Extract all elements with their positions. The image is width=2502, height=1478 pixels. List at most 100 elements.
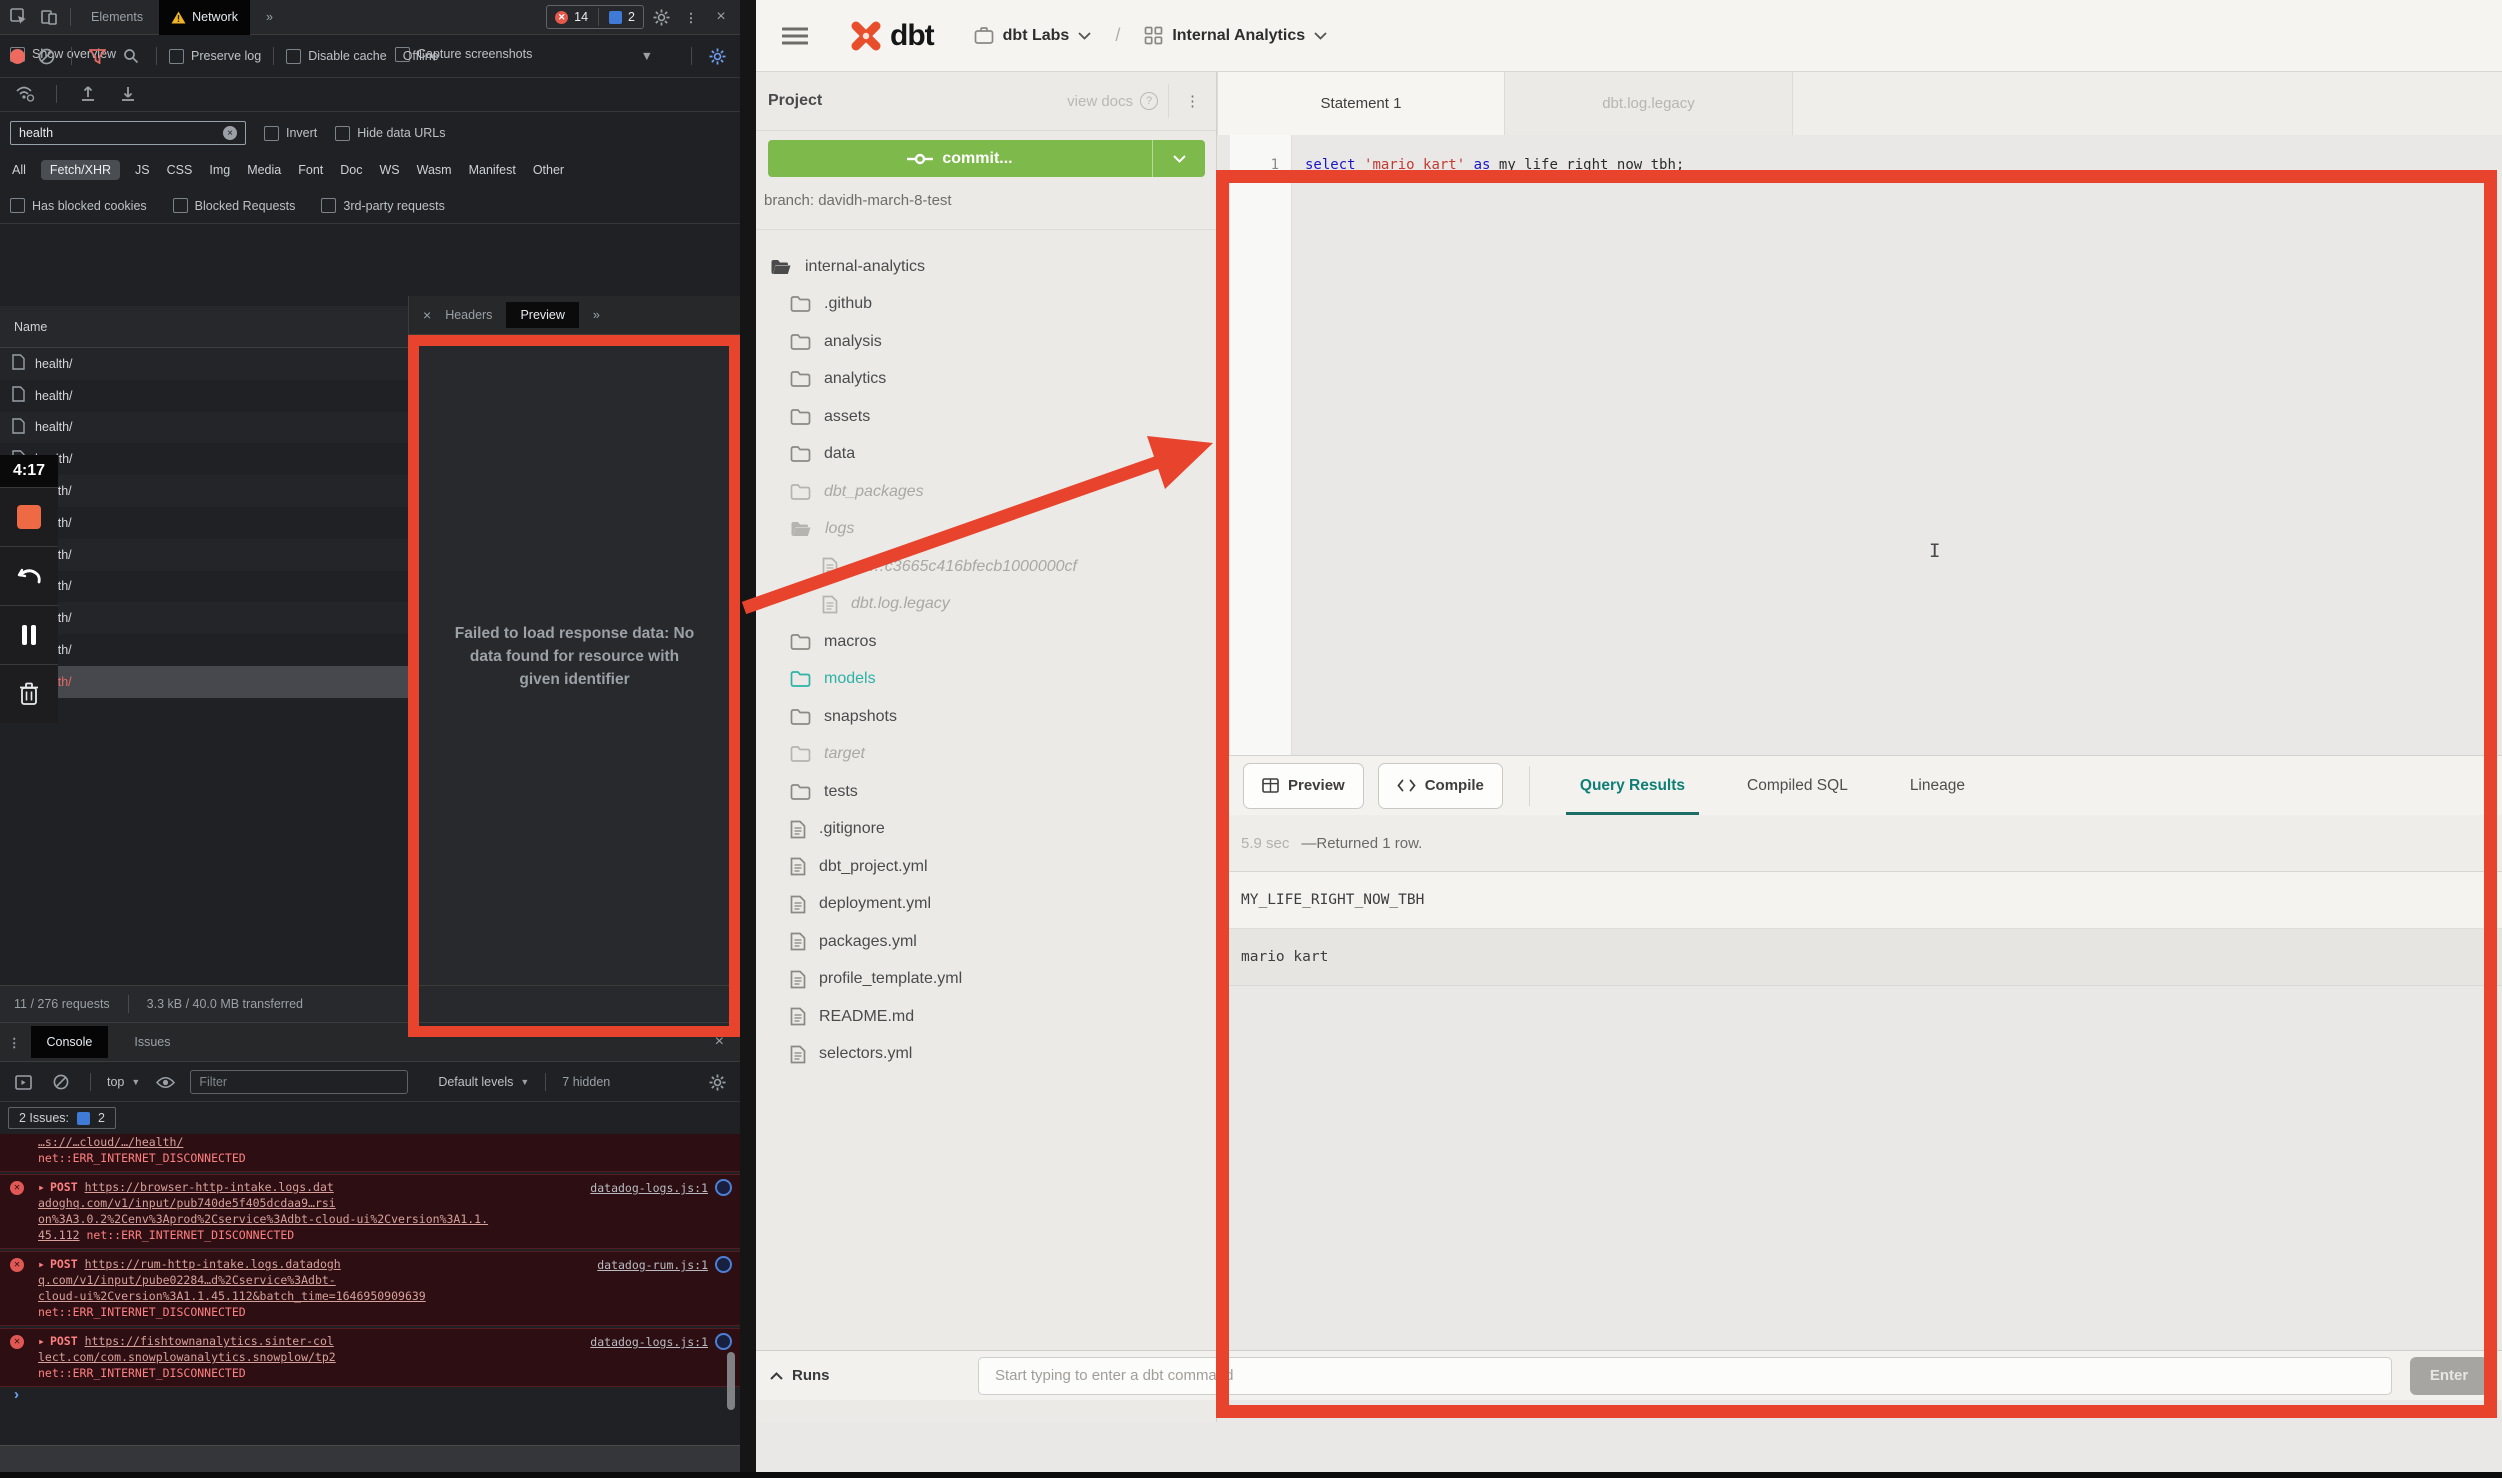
file-tree-item[interactable]: data	[756, 436, 1216, 474]
tab-issues[interactable]: Issues	[118, 1026, 186, 1058]
console-error-message[interactable]: ✕▸POST https://browser-http-intake.logs.…	[0, 1174, 740, 1249]
kebab-menu-icon[interactable]: ⋮	[678, 5, 704, 29]
type-filter-wasm[interactable]: Wasm	[415, 160, 454, 180]
file-tree-item[interactable]: macros	[756, 623, 1216, 661]
commit-dropdown-arrow[interactable]	[1152, 140, 1205, 177]
request-url[interactable]: lect.com/com.snowplowanalytics.snowplow/…	[38, 1350, 336, 1364]
type-filter-media[interactable]: Media	[245, 160, 283, 180]
device-toolbar-icon[interactable]	[36, 5, 62, 29]
enter-button[interactable]: Enter	[2410, 1357, 2488, 1395]
type-filter-ws[interactable]: WS	[377, 160, 401, 180]
type-filter-doc[interactable]: Doc	[338, 160, 364, 180]
console-error-message[interactable]: ✕▸POST https://rum-http-intake.logs.data…	[0, 1251, 740, 1326]
network-request-row[interactable]: health/	[0, 412, 408, 444]
tab-compiled-sql[interactable]: Compiled SQL	[1737, 756, 1858, 815]
console-error-message[interactable]: …s://…cloud/…/health/net::ERR_INTERNET_D…	[0, 1134, 740, 1172]
delete-recording-button[interactable]	[0, 665, 58, 723]
type-filter-manifest[interactable]: Manifest	[467, 160, 518, 180]
type-filter-img[interactable]: Img	[207, 160, 232, 180]
request-url[interactable]: cloud-ui%2Cversion%3A1.1.45.112&batch_ti…	[38, 1289, 426, 1303]
restart-recording-button[interactable]	[0, 547, 58, 606]
hamburger-menu-icon[interactable]	[778, 24, 812, 48]
tab-lineage[interactable]: Lineage	[1900, 756, 1975, 815]
project-selector[interactable]: Internal Analytics	[1144, 26, 1327, 45]
source-location-link[interactable]: datadog-rum.js:1	[597, 1257, 708, 1273]
inspect-element-icon[interactable]	[6, 5, 32, 29]
network-request-row[interactable]: alth/	[0, 602, 408, 634]
close-devtools-icon[interactable]: ×	[708, 5, 734, 29]
file-tree-item[interactable]: logs	[756, 511, 1216, 549]
expand-caret-icon[interactable]: ▸	[38, 1334, 45, 1348]
type-filter-other[interactable]: Other	[531, 160, 566, 180]
network-conditions-wifi-icon[interactable]	[12, 82, 38, 106]
file-tree-item[interactable]: dbt_project.yml	[756, 848, 1216, 886]
network-request-row[interactable]: alth/	[0, 571, 408, 603]
network-request-row[interactable]: health/	[0, 380, 408, 412]
code-editor[interactable]: 1 select 'mario kart' as my_life_right_n…	[1217, 135, 2502, 755]
file-tree-item[interactable]: internal-analytics	[756, 248, 1216, 286]
file-tree-item[interactable]: analytics	[756, 361, 1216, 399]
stop-recording-button[interactable]	[0, 488, 58, 547]
log-levels-select[interactable]: Default levels▼	[438, 1075, 529, 1089]
file-tree-item[interactable]: target	[756, 736, 1216, 774]
network-request-row[interactable]: alth/	[0, 539, 408, 571]
request-url[interactable]: adoghq.com/v1/input/pub740de5f405dcdaa9……	[38, 1196, 336, 1210]
source-location-link[interactable]: datadog-logs.js:1	[590, 1334, 708, 1350]
tab-preview[interactable]: Preview	[506, 302, 578, 328]
expand-caret-icon[interactable]: ▸	[38, 1257, 45, 1271]
tab-headers[interactable]: Headers	[445, 308, 492, 322]
type-filter-fetch-xhr[interactable]: Fetch/XHR	[41, 160, 120, 180]
tab-query-results[interactable]: Query Results	[1570, 756, 1695, 815]
request-url[interactable]: q.com/v1/input/pube02284…d%2Cservice%3Ad…	[38, 1273, 336, 1287]
network-filter-input[interactable]: health ×	[10, 121, 246, 145]
close-drawer-icon[interactable]: ×	[715, 1033, 732, 1051]
file-tree-item[interactable]: dbt_packages	[756, 473, 1216, 511]
throttling-select[interactable]: Offline	[403, 49, 439, 63]
console-settings-gear-icon[interactable]	[704, 1070, 730, 1094]
console-filter-input[interactable]: Filter	[190, 1070, 408, 1094]
pause-recording-button[interactable]	[0, 606, 58, 665]
file-tree-item[interactable]: profile_template.yml	[756, 961, 1216, 999]
editor-tab-dbt-log-legacy[interactable]: dbt.log.legacy	[1505, 72, 1793, 135]
file-tree-item[interactable]: analysis	[756, 323, 1216, 361]
tab-network[interactable]: Network	[159, 0, 250, 35]
file-tree-item[interactable]: deployment.yml	[756, 886, 1216, 924]
compile-button[interactable]: Compile	[1378, 763, 1503, 809]
drawer-kebab-icon[interactable]: ⋮	[8, 1035, 21, 1050]
preview-button[interactable]: Preview	[1243, 763, 1364, 809]
execution-context-select[interactable]: top▼	[107, 1075, 140, 1089]
type-filter-css[interactable]: CSS	[165, 160, 195, 180]
requests-name-column-header[interactable]: Name	[0, 306, 408, 348]
hide-data-urls-checkbox[interactable]: Hide data URLs	[335, 126, 445, 141]
account-selector[interactable]: dbt Labs	[974, 26, 1092, 45]
network-request-row[interactable]: alth/	[0, 475, 408, 507]
network-conditions-gear-icon[interactable]	[704, 44, 730, 68]
request-url[interactable]: https://browser-http-intake.logs.dat	[85, 1180, 334, 1194]
request-url[interactable]: …s://…cloud/…/health/	[38, 1135, 183, 1149]
clear-filter-icon[interactable]: ×	[223, 126, 237, 140]
tab-console[interactable]: Console	[31, 1026, 109, 1058]
file-tree-item[interactable]: snapshots	[756, 698, 1216, 736]
file-tree-item[interactable]: README.md	[756, 998, 1216, 1036]
type-filter-font[interactable]: Font	[296, 160, 325, 180]
console-error-message[interactable]: ✕▸POST https://fishtownanalytics.sinter-…	[0, 1328, 740, 1387]
file-tree-item[interactable]: packages.yml	[756, 923, 1216, 961]
source-location-link[interactable]: datadog-logs.js:1	[590, 1180, 708, 1196]
results-data-row[interactable]: mario kart	[1217, 929, 2502, 986]
filter-funnel-icon[interactable]	[84, 44, 110, 68]
invert-checkbox[interactable]: Invert	[264, 126, 317, 141]
view-docs-link[interactable]: view docs ?	[1067, 92, 1158, 110]
3rd-party-requests-checkbox[interactable]: 3rd-party requests	[321, 198, 444, 213]
console-sidebar-toggle-icon[interactable]	[10, 1070, 36, 1094]
file-tree-item[interactable]: models	[756, 661, 1216, 699]
type-filter-js[interactable]: JS	[133, 160, 152, 180]
file-tree-item[interactable]: .github	[756, 286, 1216, 324]
import-har-icon[interactable]	[75, 82, 101, 106]
network-request-row[interactable]: health/	[0, 348, 408, 380]
blocked-requests-checkbox[interactable]: Blocked Requests	[173, 198, 296, 213]
type-filter-all[interactable]: All	[10, 160, 28, 180]
file-tree-item[interactable]: .nf…c3665c416bfecb1000000cf	[756, 548, 1216, 586]
commit-button[interactable]: commit...	[768, 140, 1205, 177]
throttling-dropdown-arrow-icon[interactable]: ▼	[641, 49, 653, 63]
dbt-logo[interactable]: dbt	[848, 18, 960, 54]
